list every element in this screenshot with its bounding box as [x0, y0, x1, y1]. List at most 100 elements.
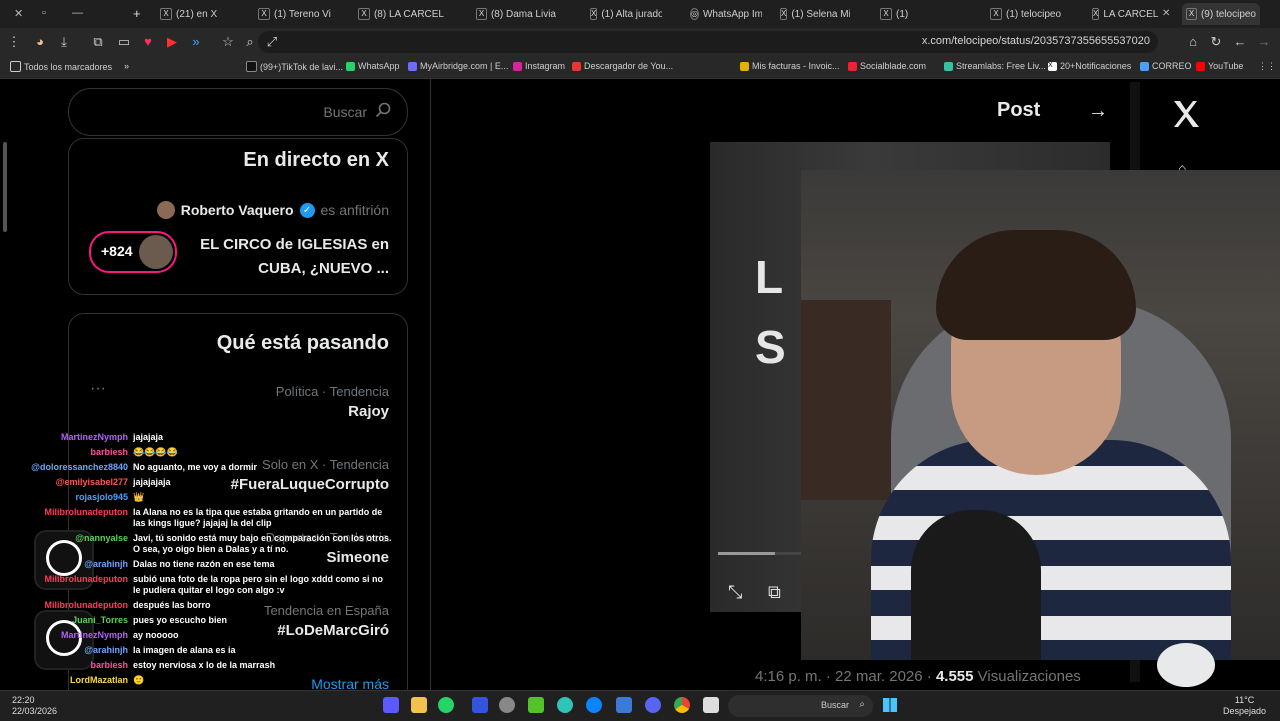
close-window-icon[interactable]: ✕	[14, 7, 23, 20]
bookmark-descargador[interactable]: Descargador de You...	[572, 61, 673, 71]
bookmarks-apps-icon[interactable]: ⋮⋮	[1258, 61, 1276, 72]
x-favicon-icon: X	[160, 8, 172, 20]
live-card[interactable]: En directo en X Roberto Vaquero ✓ es anf…	[68, 138, 408, 295]
bookmark-whatsapp[interactable]: WhatsApp	[346, 61, 400, 71]
edge-icon[interactable]	[557, 697, 573, 713]
live-host[interactable]: Roberto Vaquero ✓ es anfitrión	[156, 201, 389, 219]
tab-2[interactable]: X (1) telocipeo	[990, 5, 1062, 23]
tab-1[interactable]: X LA CARCEL DE	[1092, 5, 1158, 23]
bookmark-label: Streamlabs: Free Liv...	[956, 61, 1046, 71]
x-favicon-icon: X	[990, 8, 1002, 20]
tab-7[interactable]: X (8) Dama Livia	[476, 5, 556, 23]
tab-label: (1) telocipeo	[1006, 8, 1062, 20]
extension-youtube-icon[interactable]: ▶	[164, 34, 180, 50]
x-logo-icon[interactable]	[1170, 98, 1202, 130]
bookmark-myairbridge[interactable]: MyAirbridge.com | E...	[408, 61, 508, 71]
chat-message: Milibrolunadeputon después las borro	[30, 600, 430, 611]
fullscreen-icon[interactable]: ⤡	[728, 582, 742, 603]
chat-username: @emilyisabel277	[55, 477, 128, 487]
tab-9[interactable]: X (1) Tereno Vi	[258, 5, 344, 23]
weather-widget[interactable]: 11°C Despejado	[1223, 695, 1266, 717]
profile-avatar[interactable]	[1157, 643, 1215, 687]
browser-toolbar: ⋮ ◕ ⤓ ⧉ ▭ ♥ ▶ » ☆ ⌕ ⤢ x.com/telocipeo/st…	[0, 28, 1280, 56]
extension-translate-icon[interactable]: »	[188, 34, 204, 50]
bookmark-correo[interactable]: CORREO	[1140, 61, 1192, 71]
close-tab-icon[interactable]: ✕	[1162, 8, 1170, 19]
forward-icon[interactable]: →	[1256, 34, 1272, 50]
windows-start-icon[interactable]	[883, 698, 897, 712]
bookmark-facturas[interactable]: Mis facturas - Invoic...	[740, 61, 840, 71]
chat-username: Milibrolunadeputon	[44, 574, 129, 584]
taskbar-search[interactable]: Buscar ⌕	[728, 695, 873, 717]
taskbar-app-icon[interactable]	[472, 697, 488, 713]
bookmark-tiktok[interactable]: (99+)TikTok de lavi...	[246, 61, 343, 72]
file-explorer-icon[interactable]	[411, 697, 427, 713]
taskbar-app-icon[interactable]	[586, 697, 602, 713]
live-listeners-pill[interactable]: +824	[89, 231, 177, 273]
discord-icon[interactable]	[645, 697, 661, 713]
more-options-icon[interactable]: ···	[90, 380, 106, 398]
chrome-icon[interactable]	[674, 697, 690, 713]
x-favicon-icon: X	[590, 8, 598, 20]
home-icon[interactable]: ⌂	[1185, 34, 1201, 50]
tab-8[interactable]: X (8) LA CARCEL	[358, 5, 444, 23]
bookmarks-overflow-icon[interactable]: »	[124, 61, 129, 71]
minimize-window-icon[interactable]: —	[72, 7, 83, 19]
search-icon: ⌕	[859, 699, 865, 710]
host-name: Roberto Vaquero	[180, 202, 294, 218]
new-tab-icon[interactable]: +	[133, 6, 141, 21]
bookmark-notificaciones[interactable]: X 20+Notificaciones	[1048, 61, 1131, 71]
streamer-hair	[936, 230, 1136, 340]
bookmark-streamlabs[interactable]: Streamlabs: Free Liv...	[944, 61, 1046, 71]
tab-10[interactable]: X (21) en X	[160, 5, 242, 23]
mail-icon[interactable]	[616, 697, 632, 713]
share-icon[interactable]: ⤢	[264, 34, 280, 50]
back-icon[interactable]: ←	[1232, 34, 1248, 50]
search-icon	[375, 102, 391, 118]
taskbar-app-icon[interactable]	[528, 697, 544, 713]
sidebar-icon[interactable]: ▭	[116, 34, 132, 50]
page-scrollbar[interactable]	[2, 82, 8, 682]
bookmark-all[interactable]: Todos los marcadores	[10, 61, 112, 72]
chat-text: jajajaja	[133, 432, 164, 442]
extensions-icon[interactable]: ⧉	[90, 34, 106, 50]
url-text[interactable]: x.com/telocipeo/status/20357373556555370…	[922, 35, 1150, 47]
task-view-icon[interactable]	[703, 697, 719, 713]
bookmark-youtube[interactable]: YouTube	[1196, 61, 1243, 71]
profile-avatar-icon[interactable]: ◕	[32, 34, 48, 50]
maximize-window-icon[interactable]: ▫	[42, 7, 46, 19]
popout-icon[interactable]: ⧉	[768, 582, 781, 603]
tab-6[interactable]: X (1) Alta jurado	[590, 5, 662, 23]
chat-message: MartinezNymph ay nooooo	[30, 630, 430, 641]
bookmark-label: MyAirbridge.com | E...	[420, 61, 509, 71]
trend-item[interactable]: Política · Tendencia Rajoy	[276, 384, 389, 420]
tab-4[interactable]: X (1)	[880, 5, 932, 23]
download-icon[interactable]: ⤓	[56, 34, 72, 50]
bookmark-instagram[interactable]: Instagram	[513, 61, 565, 71]
search-box[interactable]: Buscar	[68, 88, 408, 136]
tab-3[interactable]: X (1) Selena Mil	[780, 5, 850, 23]
address-bar[interactable]: ⤢ x.com/telocipeo/status/203573735565553…	[258, 31, 1158, 53]
scrollbar-thumb[interactable]	[3, 142, 7, 232]
tab-0[interactable]: X (9) telocipeo	[1182, 3, 1260, 25]
tab-5[interactable]: ◎ WhatsApp Im	[690, 5, 762, 23]
weather-temp: 11°C	[1234, 695, 1255, 705]
chat-message: @arahinjh la imagen de alana es ia	[30, 645, 430, 656]
tab-label: (8) Dama Livia	[490, 8, 556, 20]
zoom-icon[interactable]: ⌕	[242, 34, 258, 50]
whatsapp-icon[interactable]	[438, 697, 454, 713]
chat-message: Juani_Torres pues yo escucho bien	[30, 615, 430, 626]
obs-icon[interactable]	[499, 697, 515, 713]
extension-heart-icon[interactable]: ♥	[140, 34, 156, 50]
tab-bar: X (9) telocipeo ✕ X LA CARCEL DE X (1) t…	[0, 0, 1280, 29]
menu-icon[interactable]: ⋮	[6, 34, 22, 50]
bookmark-socialblade[interactable]: Socialblade.com	[848, 61, 926, 71]
chat-text: después las borro	[133, 600, 211, 610]
reload-icon[interactable]: ↻	[1208, 34, 1224, 50]
taskbar-app-icon[interactable]	[383, 697, 399, 713]
chat-text: la Alana no es la tipa que estaba gritan…	[133, 507, 383, 528]
bookmark-star-icon[interactable]: ☆	[220, 34, 236, 50]
tab-label: (9) telocipeo	[1200, 8, 1256, 20]
system-clock[interactable]: 22:20 22/03/2026	[12, 695, 57, 717]
back-arrow-icon[interactable]: →	[1088, 100, 1108, 123]
